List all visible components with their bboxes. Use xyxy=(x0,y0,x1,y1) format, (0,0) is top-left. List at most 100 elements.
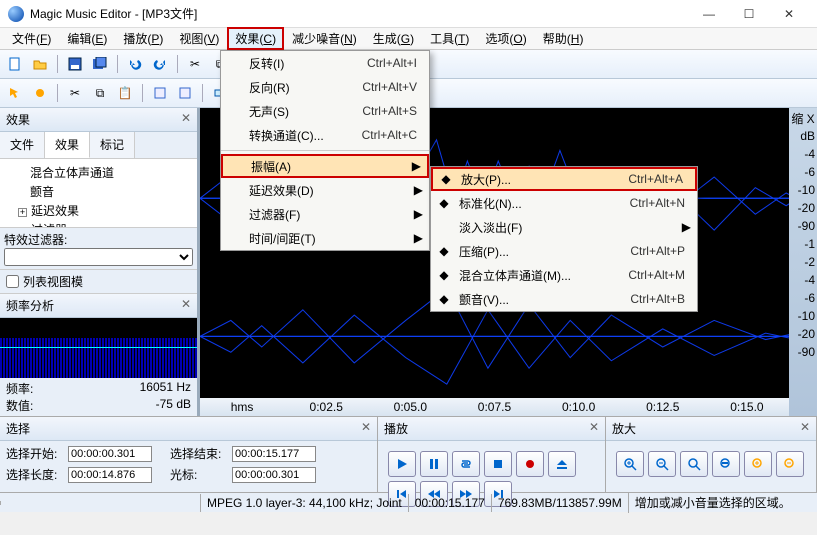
playback-close-icon[interactable]: ✕ xyxy=(589,420,599,437)
menu-item[interactable]: ◆压缩(P)...Ctrl+Alt+P xyxy=(431,239,697,263)
menu-item[interactable]: 时间/间距(T)▶ xyxy=(221,226,429,250)
playback-panel: 播放✕ xyxy=(378,417,606,492)
eject-button[interactable] xyxy=(548,451,576,477)
listview-mode-label: 列表视图模 xyxy=(23,273,83,290)
maximize-button[interactable]: ☐ xyxy=(729,0,769,28)
left-tab-1[interactable]: 效果 xyxy=(45,132,90,158)
effects-pane-title: 效果 ✕ xyxy=(0,108,197,132)
status-hint: 增加或减小音量选择的区域。 xyxy=(628,492,817,513)
open-button[interactable] xyxy=(29,53,51,75)
loop-button[interactable] xyxy=(452,451,480,477)
menu-o[interactable]: 选项(O) xyxy=(477,28,534,49)
zoom-close-icon[interactable]: ✕ xyxy=(800,420,810,437)
menu-item[interactable]: 转换通道(C)...Ctrl+Alt+C xyxy=(221,123,429,147)
arrow-button[interactable] xyxy=(4,82,26,104)
tree-node[interactable]: +过滤器 xyxy=(6,220,191,227)
effects-pane-close-icon[interactable]: ✕ xyxy=(181,111,191,128)
zoom-scale-label: 缩 X xyxy=(789,110,817,127)
time-scale: hms0:02.50:05.00:07.50:10.00:12.50:15.0 xyxy=(200,398,789,416)
app-icon xyxy=(8,6,24,22)
record-button[interactable] xyxy=(516,451,544,477)
menu-item[interactable]: 延迟效果(D)▶ xyxy=(221,178,429,202)
menu-f[interactable]: 文件(F) xyxy=(4,28,59,49)
selection-close-icon[interactable]: ✕ xyxy=(361,420,371,437)
tool-button[interactable] xyxy=(29,82,51,104)
left-tab-0[interactable]: 文件 xyxy=(0,132,45,158)
menu-h[interactable]: 帮助(H) xyxy=(535,28,592,49)
menu-item[interactable]: 振幅(A)▶ xyxy=(221,154,429,178)
menu-item[interactable]: ◆混合立体声通道(M)...Ctrl+Alt+M xyxy=(431,263,697,287)
left-panel: 效果 ✕ 文件效果标记 混合立体声通道颤音+延迟效果+过滤器+时间/间距 特效过… xyxy=(0,108,200,416)
sel-start-input[interactable] xyxy=(68,446,152,462)
zoom-fit-button[interactable] xyxy=(680,451,708,477)
menu-item[interactable]: 淡入淡出(F)▶ xyxy=(431,215,697,239)
selection-panel: 选择✕ 选择开始: 选择结束: 选择长度: 光标: xyxy=(0,417,378,492)
new-button[interactable] xyxy=(4,53,26,75)
comp-icon: ◆ xyxy=(435,242,453,260)
left-tab-2[interactable]: 标记 xyxy=(90,132,135,158)
saveall-button[interactable] xyxy=(89,53,111,75)
undo-button[interactable] xyxy=(124,53,146,75)
play-button[interactable] xyxy=(388,451,416,477)
cut2-button[interactable]: ✂ xyxy=(64,82,86,104)
save-button[interactable] xyxy=(64,53,86,75)
chevron-right-icon: ▶ xyxy=(414,231,423,245)
zoom-in-button[interactable] xyxy=(616,451,644,477)
db-scale: 缩 X dB-4-6-10-20-90-1-2-4-6-10-20-90 xyxy=(789,108,817,416)
zoom-out-v-button[interactable] xyxy=(776,451,804,477)
menu-item[interactable]: ◆颤音(V)...Ctrl+Alt+B xyxy=(431,287,697,311)
window-title: Magic Music Editor - [MP3文件] xyxy=(30,5,689,22)
menu-v[interactable]: 视图(V) xyxy=(171,28,227,49)
norm-icon: ◆ xyxy=(435,194,453,212)
bottom-panels: 选择✕ 选择开始: 选择结束: 选择长度: 光标: 播放✕ xyxy=(0,416,817,492)
minimize-button[interactable]: — xyxy=(689,0,729,28)
status-format: MPEG 1.0 layer-3: 44,100 kHz; Joint xyxy=(200,494,408,512)
menu-t[interactable]: 工具(T) xyxy=(422,28,477,49)
menu-item[interactable]: ◆放大(P)...Ctrl+Alt+A xyxy=(431,167,697,191)
left-tabs: 文件效果标记 xyxy=(0,132,197,159)
sel-end-input[interactable] xyxy=(232,446,316,462)
menu-e[interactable]: 编辑(E) xyxy=(59,28,115,49)
effects-menu-dropdown[interactable]: 反转(I)Ctrl+Alt+I反向(R)Ctrl+Alt+V无声(S)Ctrl+… xyxy=(220,50,430,251)
props2-button[interactable] xyxy=(174,82,196,104)
stop-button[interactable] xyxy=(484,451,512,477)
effects-tree[interactable]: 混合立体声通道颤音+延迟效果+过滤器+时间/间距 xyxy=(0,159,197,227)
menu-item[interactable]: 无声(S)Ctrl+Alt+S xyxy=(221,99,429,123)
zoom-out-button[interactable] xyxy=(648,451,676,477)
tree-node[interactable]: 颤音 xyxy=(6,182,191,201)
freq-value: 16051 Hz xyxy=(140,380,191,397)
pause-button[interactable] xyxy=(420,451,448,477)
frequency-pane-close-icon[interactable]: ✕ xyxy=(181,297,191,314)
props-button[interactable] xyxy=(149,82,171,104)
tree-node[interactable]: 混合立体声通道 xyxy=(6,163,191,182)
menu-item[interactable]: 过滤器(F)▶ xyxy=(221,202,429,226)
menu-g[interactable]: 生成(G) xyxy=(365,28,422,49)
listview-mode-checkbox[interactable] xyxy=(6,275,19,288)
chevron-right-icon: ▶ xyxy=(682,220,691,234)
status-bar: MPEG 1.0 layer-3: 44,100 kHz; Joint 00:0… xyxy=(0,492,817,512)
redo-button[interactable] xyxy=(149,53,171,75)
menu-c[interactable]: 效果(C) xyxy=(227,27,284,50)
menu-p[interactable]: 播放(P) xyxy=(115,28,171,49)
cursor-input[interactable] xyxy=(232,467,316,483)
sel-len-input[interactable] xyxy=(68,467,152,483)
close-button[interactable]: ✕ xyxy=(769,0,809,28)
zoom-in-v-button[interactable] xyxy=(744,451,772,477)
menu-item[interactable]: 反转(I)Ctrl+Alt+I xyxy=(221,51,429,75)
amplitude-submenu-dropdown[interactable]: ◆放大(P)...Ctrl+Alt+A◆标准化(N)...Ctrl+Alt+N淡… xyxy=(430,166,698,312)
frequency-pane: 频率分析 ✕ 频率:16051 Hz 数值:-75 dB xyxy=(0,293,197,416)
zoom-sel-button[interactable] xyxy=(712,451,740,477)
status-duration: 00:00:15.177 xyxy=(408,494,491,512)
menu-item[interactable]: ◆标准化(N)...Ctrl+Alt+N xyxy=(431,191,697,215)
paste-button[interactable]: 📋 xyxy=(114,82,136,104)
cut-button[interactable]: ✂ xyxy=(184,53,206,75)
special-filter-select[interactable] xyxy=(4,248,193,266)
spectrum-view xyxy=(0,318,197,378)
menu-item[interactable]: 反向(R)Ctrl+Alt+V xyxy=(221,75,429,99)
selection-title: 选择 xyxy=(6,420,30,437)
menu-n[interactable]: 减少噪音(N) xyxy=(284,28,365,49)
sun-icon: ◆ xyxy=(437,170,455,188)
effects-pane-label: 效果 xyxy=(6,111,30,128)
copy2-button[interactable]: ⧉ xyxy=(89,82,111,104)
tree-node[interactable]: +延迟效果 xyxy=(6,201,191,220)
